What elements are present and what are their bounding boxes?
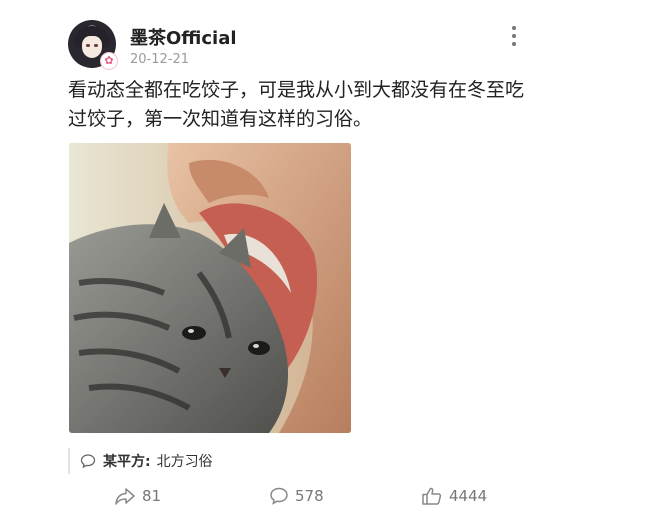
avatar-eye-right [94, 44, 98, 47]
more-dot [512, 34, 516, 38]
like-count: 4444 [449, 487, 488, 505]
post-card: ✿ 墨茶Official 20-12-21 看动态全都在吃饺子，可是我从小到大都… [0, 0, 652, 520]
avatar-eye-left [86, 44, 90, 47]
more-dot [512, 42, 516, 46]
post-text: 看动态全都在吃饺子，可是我从小到大都没有在冬至吃过饺子，第一次知道有这样的习俗。 [68, 79, 525, 130]
comment-button[interactable]: 578 [269, 484, 324, 508]
share-count: 81 [142, 487, 162, 505]
like-button[interactable]: 4444 [421, 484, 487, 508]
avatar-face [82, 36, 102, 58]
comment-bubble-icon [80, 454, 96, 469]
post-image-drawing [69, 143, 351, 433]
share-button[interactable]: 81 [114, 484, 161, 508]
post-image[interactable] [69, 143, 351, 433]
quote-text: 北方习俗 [156, 454, 213, 470]
avatar[interactable]: ✿ [68, 20, 118, 70]
quoted-comment[interactable]: 某平方: 北方习俗 [68, 448, 213, 474]
more-dot [512, 26, 516, 30]
post-date: 20-12-21 [130, 52, 190, 67]
comment-count: 578 [295, 487, 324, 505]
more-options-icon[interactable] [508, 26, 520, 46]
share-icon [115, 488, 135, 505]
author-name[interactable]: 墨茶Official [130, 24, 237, 50]
badge-icon: ✿ [100, 52, 118, 70]
quote-author[interactable]: 某平方: [103, 451, 151, 471]
comment-icon [270, 487, 288, 505]
thumbs-up-icon [422, 487, 442, 505]
